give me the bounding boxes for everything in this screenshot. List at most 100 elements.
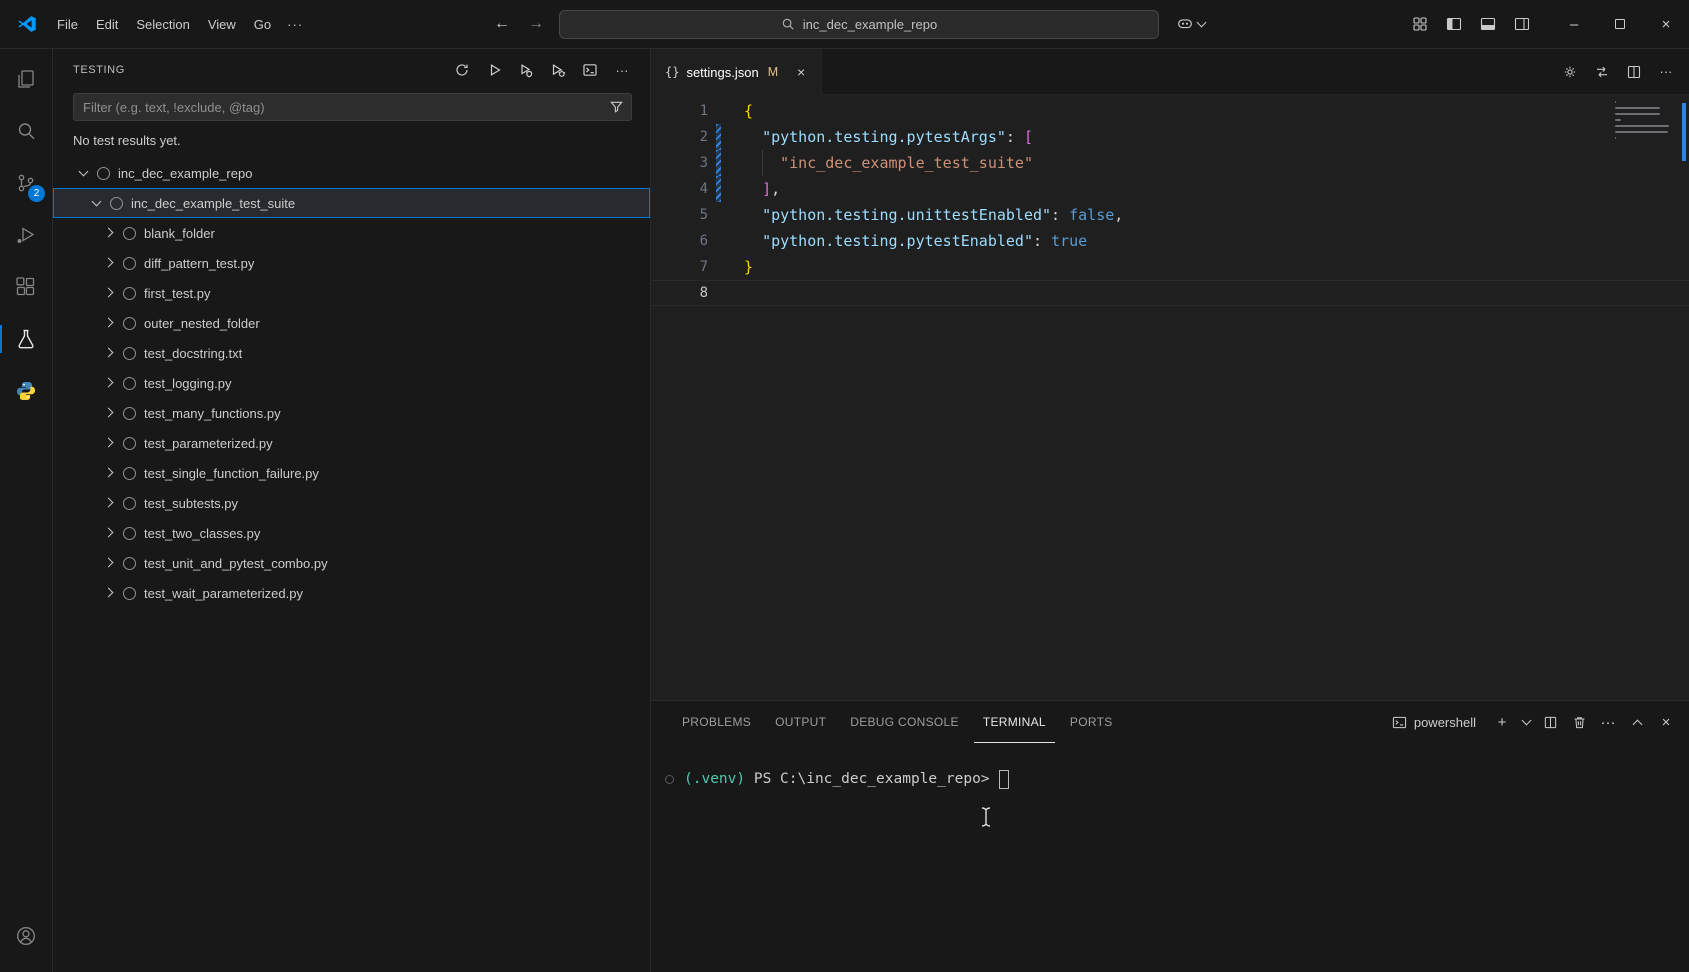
split-terminal-icon[interactable] [1537, 709, 1563, 735]
activitybar-extensions[interactable] [0, 261, 52, 313]
tree-item-diff_pattern_test.py[interactable]: diff_pattern_test.py [53, 248, 650, 278]
tree-item-test_many_functions.py[interactable]: test_many_functions.py [53, 398, 650, 428]
toggle-secondary-sidebar-icon[interactable] [1505, 9, 1539, 39]
panel-tab-terminal[interactable]: TERMINAL [974, 701, 1055, 743]
tree-item-outer_nested_folder[interactable]: outer_nested_folder [53, 308, 650, 338]
tree-item-test_logging.py[interactable]: test_logging.py [53, 368, 650, 398]
run-tests-icon[interactable] [482, 58, 506, 82]
split-editor-icon[interactable] [1621, 59, 1647, 85]
code-line-3[interactable]: 3 "inc_dec_example_test_suite" [651, 150, 1689, 176]
refresh-tests-icon[interactable] [450, 58, 474, 82]
kill-terminal-icon[interactable] [1566, 709, 1592, 735]
new-terminal-icon[interactable]: + [1489, 709, 1515, 735]
tree-item-first_test.py[interactable]: first_test.py [53, 278, 650, 308]
debug-tests-icon[interactable] [546, 58, 570, 82]
code-line-4[interactable]: 4 ], [651, 176, 1689, 202]
code-text: "python.testing.unittestEnabled": false, [744, 202, 1123, 228]
customize-layout-icon[interactable] [1403, 9, 1437, 39]
show-test-output-icon[interactable] [578, 58, 602, 82]
chevron-right-icon[interactable] [101, 345, 117, 361]
code-line-8[interactable]: 8 [651, 280, 1689, 306]
menu-edit[interactable]: Edit [87, 12, 127, 37]
menu-more-button[interactable]: ··· [280, 12, 310, 37]
maximize-button[interactable] [1597, 0, 1643, 48]
toggle-panel-icon[interactable] [1471, 9, 1505, 39]
code-line-7[interactable]: 7} [651, 254, 1689, 280]
chevron-right-icon[interactable] [101, 225, 117, 241]
code-line-1[interactable]: 1{ [651, 98, 1689, 124]
panel-more-actions-icon[interactable]: ··· [1595, 709, 1621, 735]
editor[interactable]: 1{2 "python.testing.pytestArgs": [3 "inc… [651, 95, 1689, 700]
open-changes-icon[interactable] [1589, 59, 1615, 85]
code-line-6[interactable]: 6 "python.testing.pytestEnabled": true [651, 228, 1689, 254]
minimize-button[interactable]: – [1551, 0, 1597, 48]
copilot-icon[interactable] [1171, 12, 1210, 36]
chevron-right-icon[interactable] [101, 285, 117, 301]
toggle-primary-sidebar-icon[interactable] [1437, 9, 1471, 39]
code-line-5[interactable]: 5 "python.testing.unittestEnabled": fals… [651, 202, 1689, 228]
tree-item-test_wait_parameterized.py[interactable]: test_wait_parameterized.py [53, 578, 650, 608]
chevron-right-icon[interactable] [101, 585, 117, 601]
tree-item-test_docstring.txt[interactable]: test_docstring.txt [53, 338, 650, 368]
menu-view[interactable]: View [199, 12, 245, 37]
activitybar-search[interactable] [0, 105, 52, 157]
panel-tab-output[interactable]: OUTPUT [766, 701, 835, 743]
panel-tab-problems[interactable]: PROBLEMS [673, 701, 760, 743]
menu-go[interactable]: Go [245, 12, 280, 37]
close-tab-icon[interactable]: × [791, 62, 811, 82]
activitybar-source-control[interactable]: 2 [0, 157, 52, 209]
maximize-panel-icon[interactable] [1624, 709, 1650, 735]
command-center-search[interactable]: inc_dec_example_repo [559, 10, 1159, 39]
tree-item-inc_dec_example_test_suite[interactable]: inc_dec_example_test_suite [53, 188, 650, 218]
chevron-right-icon[interactable] [101, 555, 117, 571]
chevron-right-icon[interactable] [101, 255, 117, 271]
tree-item-test_single_function_failure.py[interactable]: test_single_function_failure.py [53, 458, 650, 488]
activitybar-testing[interactable] [0, 313, 52, 365]
chevron-right-icon[interactable] [101, 465, 117, 481]
menu-selection[interactable]: Selection [127, 12, 198, 37]
chevron-right-icon[interactable] [101, 405, 117, 421]
tree-item-inc_dec_example_repo[interactable]: inc_dec_example_repo [53, 158, 650, 188]
tree-item-test_unit_and_pytest_combo.py[interactable]: test_unit_and_pytest_combo.py [53, 548, 650, 578]
chevron-right-icon[interactable] [101, 315, 117, 331]
test-results-status: No test results yet. [53, 131, 650, 158]
panel-tab-ports[interactable]: PORTS [1061, 701, 1122, 743]
chevron-right-icon[interactable] [101, 435, 117, 451]
terminal[interactable]: (.venv) PS C:\inc_dec_example_repo> [651, 743, 1689, 972]
chevron-right-icon[interactable] [101, 525, 117, 541]
chevron-right-icon[interactable] [101, 375, 117, 391]
chevron-down-icon[interactable] [88, 195, 104, 211]
tree-item-test_two_classes.py[interactable]: test_two_classes.py [53, 518, 650, 548]
chevron-right-icon[interactable] [101, 495, 117, 511]
editor-group: {} settings.json M × ··· [651, 49, 1689, 972]
tree-item-label: diff_pattern_test.py [144, 256, 254, 271]
tab-settings-json[interactable]: {} settings.json M × [651, 49, 822, 95]
close-panel-icon[interactable]: × [1653, 709, 1679, 735]
panel-tab-debug-console[interactable]: DEBUG CONSOLE [841, 701, 968, 743]
activitybar-python[interactable] [0, 365, 52, 417]
activitybar-account[interactable] [0, 910, 52, 962]
sidebar-more-actions-icon[interactable]: ··· [610, 58, 634, 82]
activitybar-explorer[interactable] [0, 53, 52, 105]
activitybar-run-and-debug[interactable] [0, 209, 52, 261]
terminal-profile-chevron-icon[interactable] [1518, 709, 1534, 735]
chevron-down-icon[interactable] [75, 165, 91, 181]
close-button[interactable]: × [1643, 0, 1689, 48]
test-status-circle-icon [123, 317, 136, 330]
forward-button[interactable]: → [525, 15, 547, 33]
menu-file[interactable]: File [48, 12, 87, 37]
open-settings-ui-icon[interactable] [1557, 59, 1583, 85]
tree-item-blank_folder[interactable]: blank_folder [53, 218, 650, 248]
test-filter-input[interactable] [73, 93, 632, 121]
editor-more-actions-icon[interactable]: ··· [1653, 59, 1679, 85]
run-tests-coverage-icon[interactable] [514, 58, 538, 82]
tree-item-test_subtests.py[interactable]: test_subtests.py [53, 488, 650, 518]
code-area[interactable]: 1{2 "python.testing.pytestArgs": [3 "inc… [651, 95, 1689, 700]
back-button[interactable]: ← [491, 15, 513, 33]
command-decoration-icon[interactable] [665, 775, 674, 784]
terminal-shell-chip[interactable]: powershell [1392, 715, 1476, 730]
filter-icon[interactable] [609, 99, 624, 114]
minimap[interactable] [1615, 101, 1673, 139]
code-line-2[interactable]: 2 "python.testing.pytestArgs": [ [651, 124, 1689, 150]
tree-item-test_parameterized.py[interactable]: test_parameterized.py [53, 428, 650, 458]
